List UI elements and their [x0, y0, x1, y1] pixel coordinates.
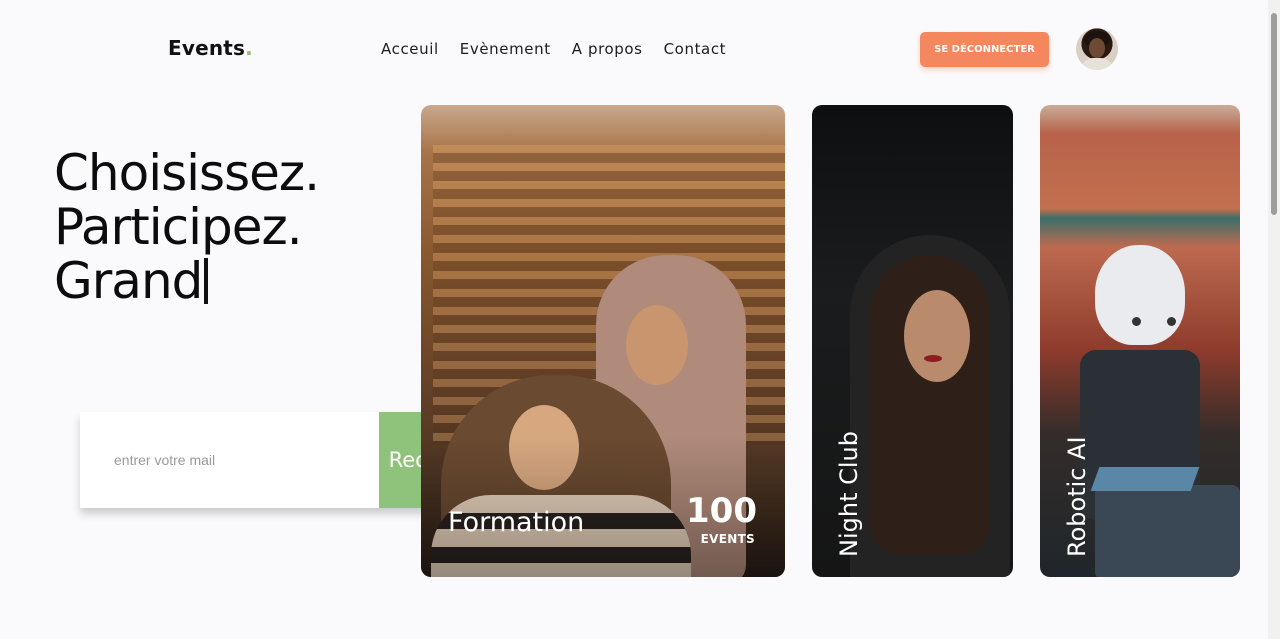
card-night-lips — [924, 355, 942, 362]
card-robot-base — [1095, 485, 1240, 577]
card-night-face — [904, 290, 970, 382]
nav-link-acceuil[interactable]: Acceuil — [381, 40, 439, 58]
card-formation-label: Formation — [448, 507, 585, 538]
hero-line-3-text: Grand — [54, 252, 203, 310]
typing-caret — [204, 258, 209, 304]
card-robot-head — [1095, 245, 1185, 345]
card-night-club-label: Night Club — [835, 431, 863, 557]
card-night-club[interactable]: Night Club — [812, 105, 1013, 577]
card-formation-face-1 — [626, 305, 688, 385]
nav-link-contact[interactable]: Contact — [664, 40, 727, 58]
logo-dot: . — [245, 36, 253, 60]
nav-link-evenement[interactable]: Evènement — [460, 40, 551, 58]
email-input[interactable] — [80, 412, 379, 508]
scrollbar-thumb[interactable] — [1271, 13, 1277, 215]
card-robot-eye-left — [1132, 317, 1141, 326]
card-formation-count-label: EVENTS — [700, 532, 755, 546]
logo-text: Events — [168, 36, 246, 60]
hero-line-3: Grand — [54, 254, 319, 308]
logout-button[interactable]: SE DÉCONNECTER — [920, 32, 1049, 67]
card-robot-book — [1090, 467, 1200, 491]
avatar[interactable] — [1076, 28, 1118, 70]
nav-link-a-propos[interactable]: A propos — [572, 40, 643, 58]
main-nav: Acceuil Evènement A propos Contact — [381, 40, 747, 58]
hero-line-1: Choisissez. — [54, 144, 320, 202]
card-robotic-ai[interactable]: Robotic AI — [1040, 105, 1240, 577]
logo[interactable]: Events. — [168, 36, 253, 60]
card-robot-eye-right — [1167, 317, 1176, 326]
avatar-face — [1089, 38, 1105, 58]
hero-title: Choisissez. Participez. Grand — [54, 144, 320, 308]
card-formation[interactable]: Formation 100 EVENTS — [421, 105, 785, 577]
page-scrollbar[interactable] — [1268, 0, 1280, 639]
card-formation-count: 100 — [686, 491, 757, 531]
card-robotic-ai-label: Robotic AI — [1063, 436, 1091, 557]
avatar-shirt — [1081, 58, 1113, 70]
hero-line-2: Participez. — [54, 198, 303, 256]
